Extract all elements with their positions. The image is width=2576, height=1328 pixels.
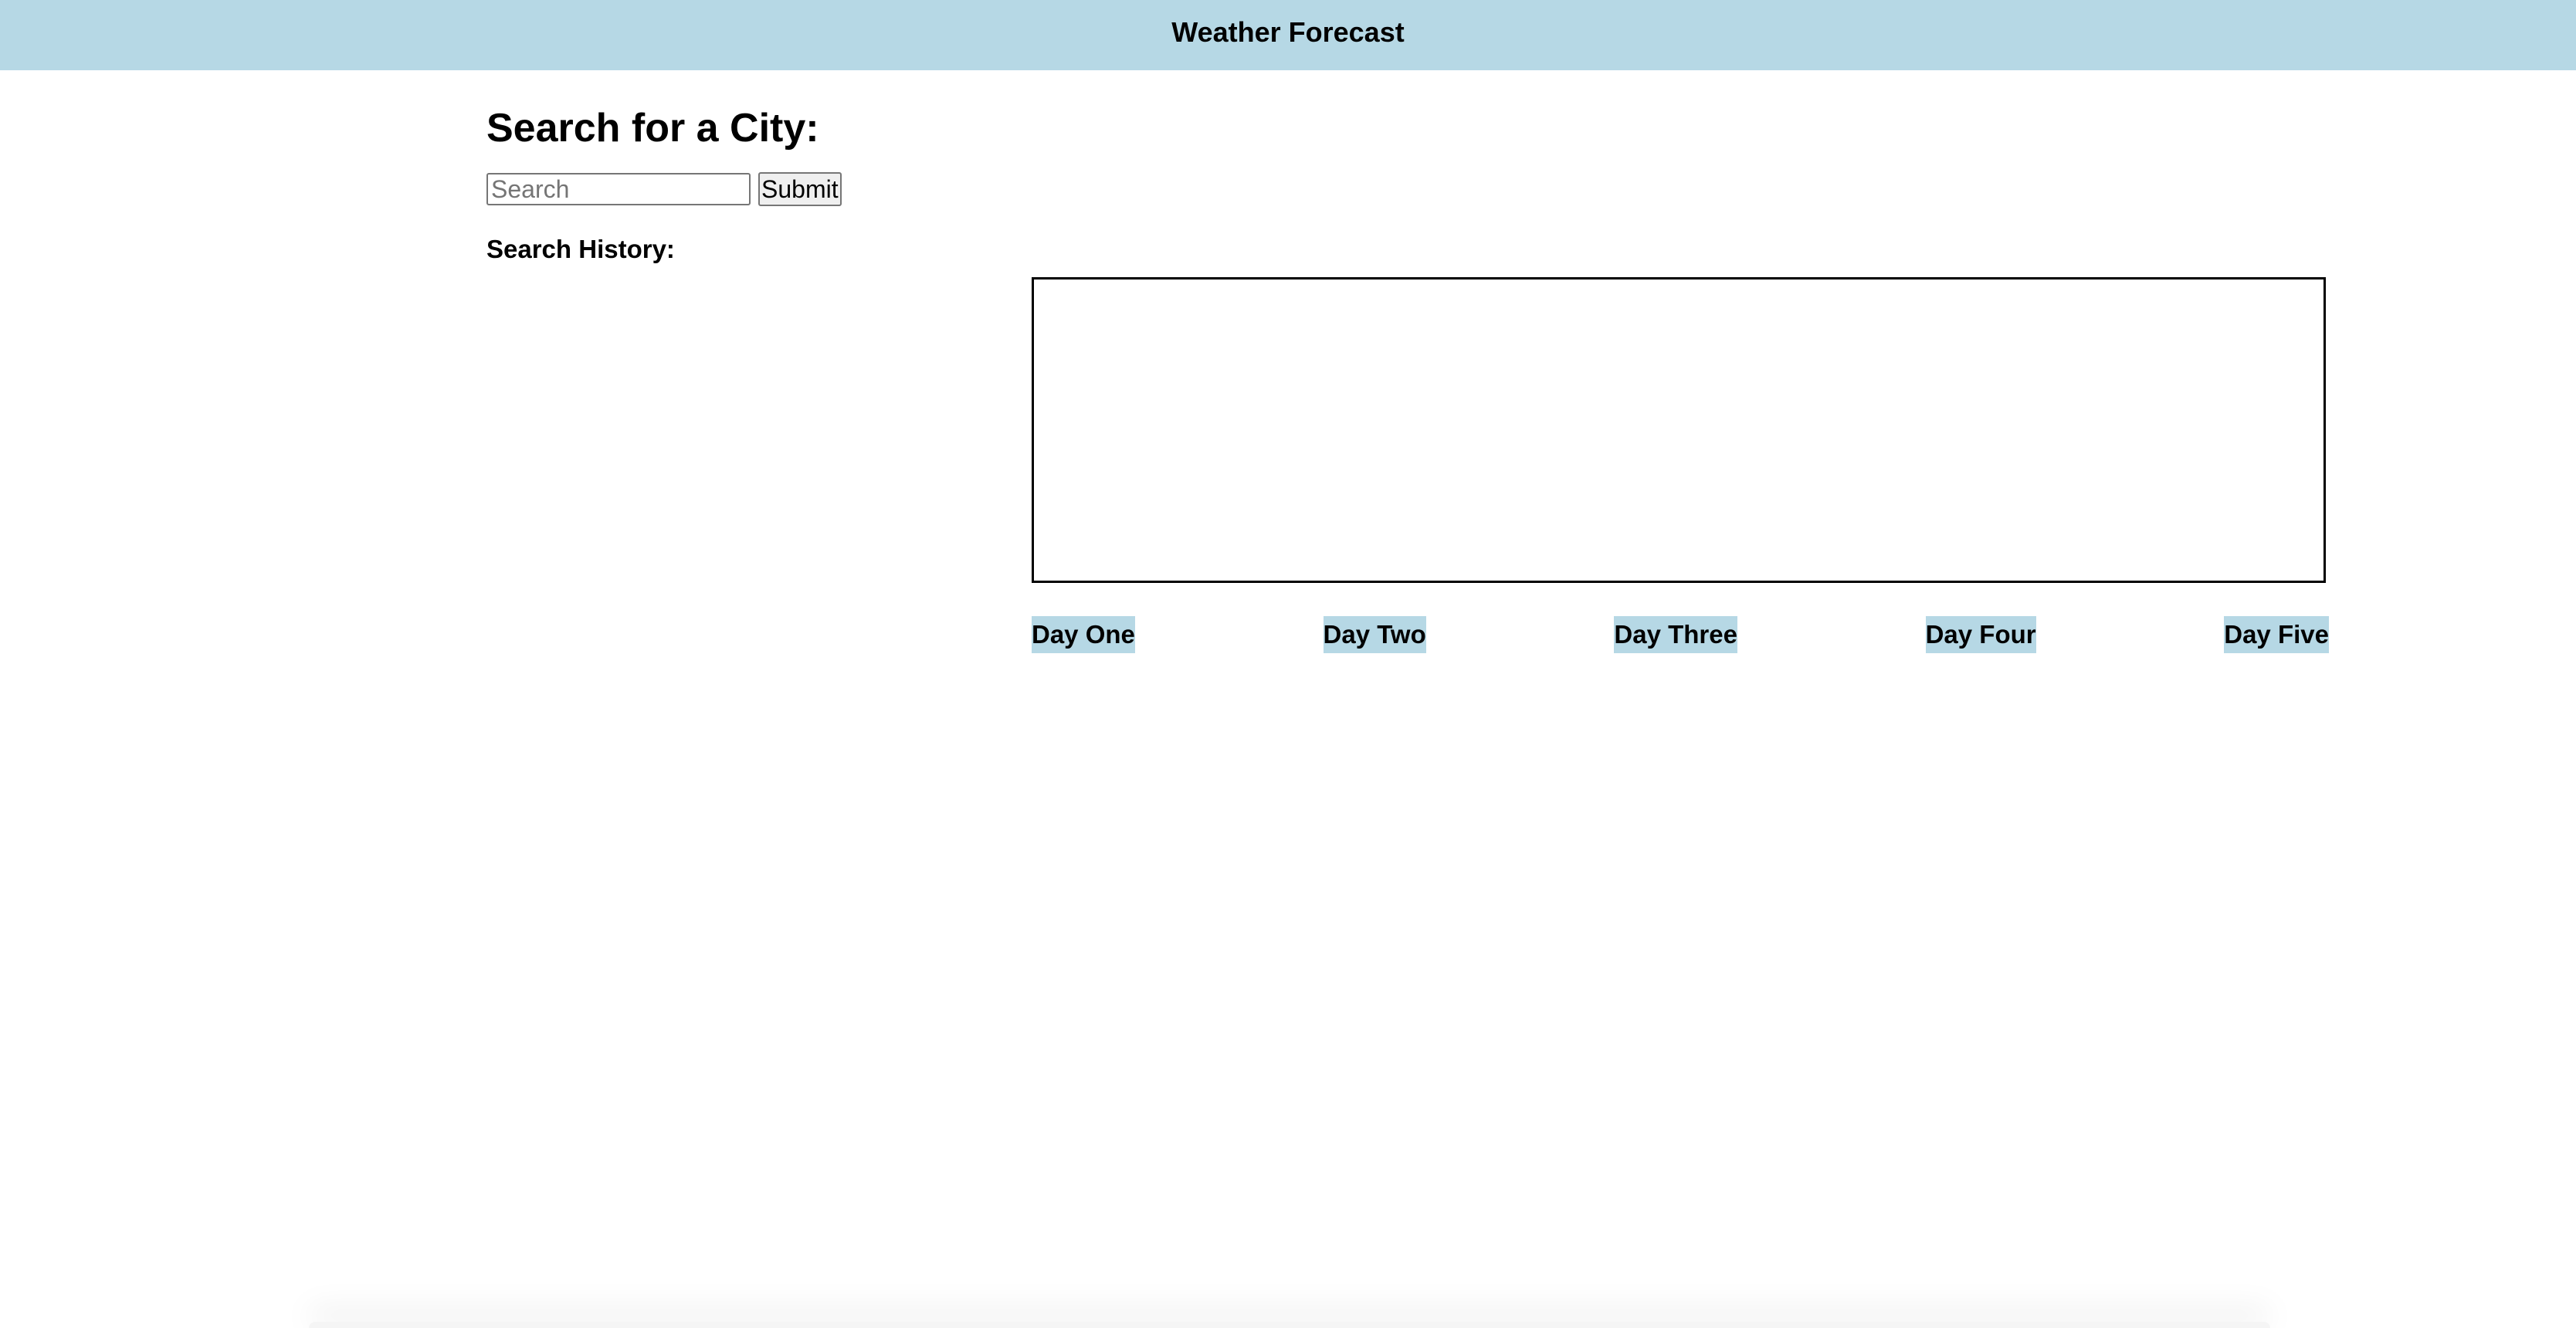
forecast-day-one: Day One: [1032, 616, 1135, 653]
search-history-label: Search History:: [486, 235, 675, 263]
search-form: Submit: [486, 171, 842, 207]
forecast-day-two: Day Two: [1323, 616, 1426, 653]
page-title: Weather Forecast: [1171, 15, 1405, 48]
forecast-day-four: Day Four: [1925, 616, 2036, 653]
search-input[interactable]: [486, 173, 751, 205]
current-weather-panel: [1032, 277, 2326, 583]
search-heading: Search for a City:: [486, 106, 819, 151]
submit-button[interactable]: Submit: [758, 172, 842, 206]
page-header: Weather Forecast: [0, 0, 2576, 70]
forecast-day-five: Day Five: [2224, 616, 2329, 653]
forecast-day-three: Day Three: [1614, 616, 1737, 653]
five-day-forecast: Day One Day Two Day Three Day Four Day F…: [1032, 616, 2329, 653]
bottom-shadow-overlay: [309, 1322, 2270, 1328]
